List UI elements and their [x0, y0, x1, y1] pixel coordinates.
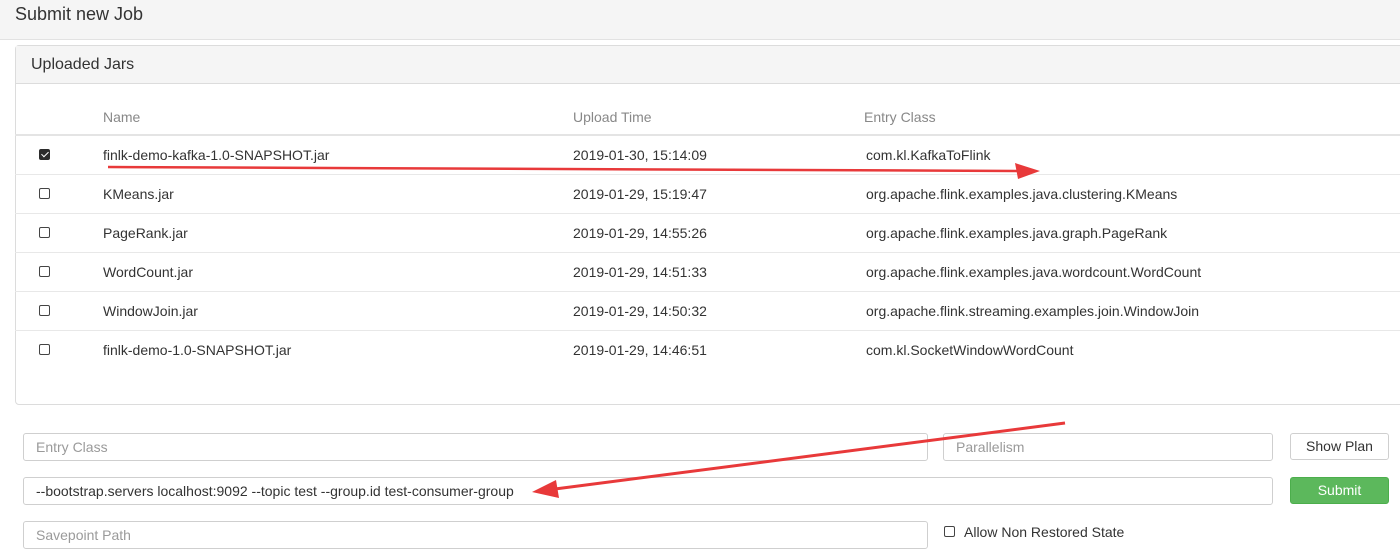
jar-name: WordCount.jar — [103, 264, 194, 280]
row-checkbox[interactable] — [39, 305, 50, 316]
table-header: Name Upload Time Entry Class — [15, 97, 1400, 136]
row-checkbox[interactable] — [39, 227, 50, 238]
jar-upload-time: 2019-01-29, 14:51:33 — [573, 264, 707, 280]
table-row[interactable]: WordCount.jar 2019-01-29, 14:51:33 org.a… — [15, 253, 1400, 292]
program-arguments-input[interactable] — [23, 477, 1273, 505]
table-row[interactable]: finlk-demo-1.0-SNAPSHOT.jar 2019-01-29, … — [15, 331, 1400, 370]
jar-upload-time: 2019-01-29, 14:50:32 — [573, 303, 707, 319]
allow-non-restored-checkbox[interactable] — [944, 526, 955, 537]
table-row[interactable]: finlk-demo-kafka-1.0-SNAPSHOT.jar 2019-0… — [15, 136, 1400, 175]
top-bar: Submit new Job — [0, 0, 1400, 40]
jar-entry-class: org.apache.flink.examples.java.clusterin… — [866, 186, 1178, 202]
jar-upload-time: 2019-01-29, 14:55:26 — [573, 225, 707, 241]
entry-class-input[interactable] — [23, 433, 928, 461]
jar-entry-class: com.kl.SocketWindowWordCount — [866, 342, 1074, 358]
row-checkbox[interactable] — [39, 149, 50, 160]
table-row[interactable]: KMeans.jar 2019-01-29, 15:19:47 org.apac… — [15, 175, 1400, 214]
jar-entry-class: org.apache.flink.examples.java.graph.Pag… — [866, 225, 1168, 241]
jar-upload-time: 2019-01-29, 14:46:51 — [573, 342, 707, 358]
jar-name: WindowJoin.jar — [103, 303, 198, 319]
row-checkbox[interactable] — [39, 266, 50, 277]
jar-name: finlk-demo-kafka-1.0-SNAPSHOT.jar — [103, 147, 330, 163]
jar-entry-class: org.apache.flink.examples.java.wordcount… — [866, 264, 1202, 280]
column-header-entry-class: Entry Class — [864, 109, 936, 125]
row-checkbox[interactable] — [39, 344, 50, 355]
page-title: Submit new Job — [15, 4, 144, 24]
submit-button[interactable]: Submit — [1290, 477, 1389, 504]
jar-upload-time: 2019-01-29, 15:19:47 — [573, 186, 707, 202]
panel-heading: Uploaded Jars — [16, 46, 1400, 84]
column-header-name: Name — [103, 109, 141, 125]
jar-upload-time: 2019-01-30, 15:14:09 — [573, 147, 707, 163]
table-row[interactable]: WindowJoin.jar 2019-01-29, 14:50:32 org.… — [15, 292, 1400, 331]
column-header-upload-time: Upload Time — [573, 109, 652, 125]
show-plan-button[interactable]: Show Plan — [1290, 433, 1389, 460]
panel-title: Uploaded Jars — [31, 56, 135, 73]
jar-name: PageRank.jar — [103, 225, 188, 241]
table-row[interactable]: PageRank.jar 2019-01-29, 14:55:26 org.ap… — [15, 214, 1400, 253]
jar-entry-class: com.kl.KafkaToFlink — [866, 147, 991, 163]
row-checkbox[interactable] — [39, 188, 50, 199]
jar-name: finlk-demo-1.0-SNAPSHOT.jar — [103, 342, 292, 358]
allow-non-restored-label: Allow Non Restored State — [964, 524, 1125, 540]
jar-name: KMeans.jar — [103, 186, 174, 202]
jar-entry-class: org.apache.flink.streaming.examples.join… — [866, 303, 1200, 319]
parallelism-input[interactable] — [943, 433, 1273, 461]
savepoint-path-input[interactable] — [23, 521, 928, 549]
